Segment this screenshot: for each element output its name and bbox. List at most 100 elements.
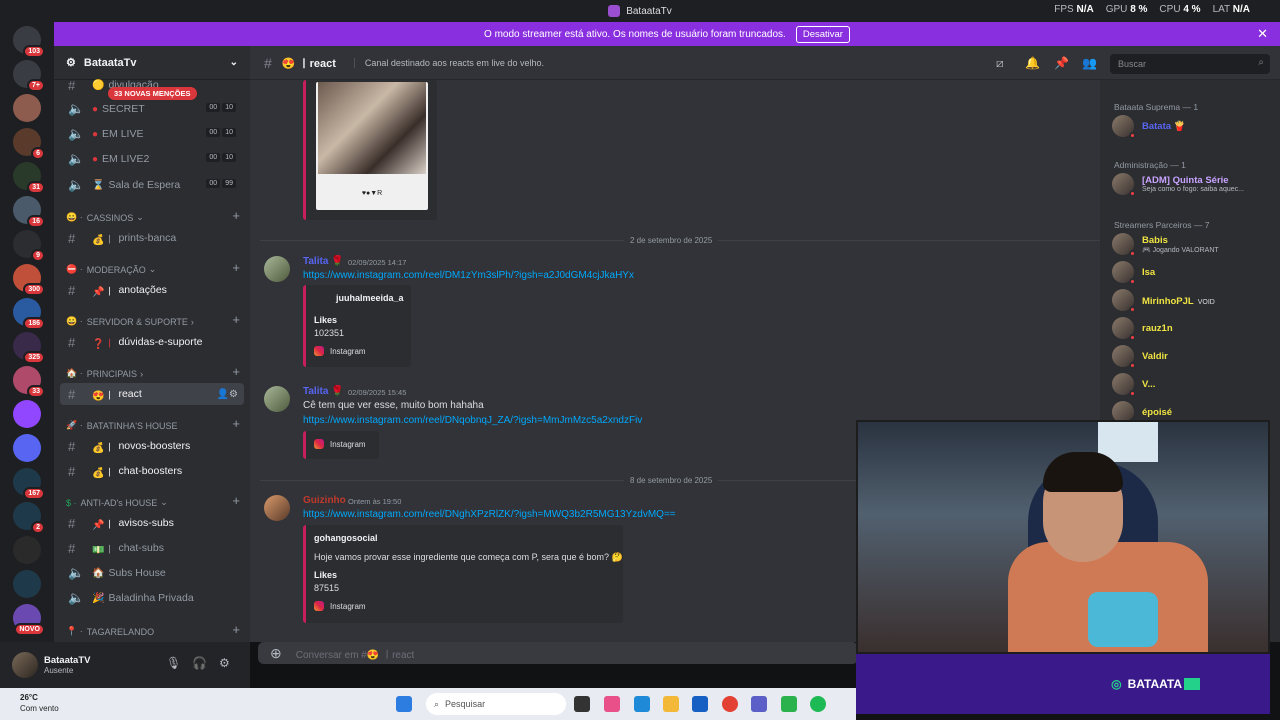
instagram-embed[interactable]: juuhalmeeida_a Likes 102351 Instagram [303,285,411,367]
edge-icon[interactable] [634,696,650,712]
embed-author[interactable]: gohangosocial [314,533,378,543]
message-author[interactable]: Talita 🌹 [303,256,344,267]
user-settings-gear-icon[interactable]: ⚙ [219,656,230,670]
voice-channel-sala-de-espera[interactable]: 🔈 ⌛ Sala de Espera 00 99 [60,174,244,196]
disable-streamer-mode-button[interactable]: Desativar [795,25,850,43]
add-channel-icon[interactable]: + [232,312,240,327]
voice-channel-baladinha-privada[interactable]: 🔈 🎉 Baladinha Privada [60,587,244,609]
avatar[interactable] [12,652,38,678]
server-icon[interactable]: 33 [13,366,45,398]
spotify-icon[interactable] [810,696,826,712]
microphone-icon[interactable]: 🎙 [166,656,181,670]
copilot-icon[interactable] [604,696,620,712]
new-mentions-pill[interactable]: 33 NOVAS MENÇÕES [108,87,197,100]
add-channel-icon[interactable]: + [232,364,240,379]
add-channel-icon[interactable]: + [232,208,240,223]
task-view-icon[interactable] [574,696,590,712]
channel-anotacoes[interactable]: # 📌〡 anotações [60,279,244,301]
category-tagarelando[interactable]: 📍 · TAGARELANDO + [66,622,244,637]
avatar[interactable] [264,256,290,282]
file-explorer-icon[interactable] [663,696,679,712]
server-icon[interactable]: 9 [13,230,45,262]
add-attachment-icon[interactable]: ⊕ [270,645,282,662]
member-item[interactable]: Valdir [1112,344,1168,369]
voice-channel-subs-house[interactable]: 🔈 🏠 Subs House [60,562,244,584]
category-principais[interactable]: 🏠 · PRINCIPAIS › + [66,364,244,379]
add-channel-icon[interactable]: + [232,493,240,508]
chrome-icon[interactable] [722,696,738,712]
channel-novos-boosters[interactable]: # 💰〡 novos-boosters [60,435,244,457]
add-channel-icon[interactable]: + [232,260,240,275]
category-servidor-suporte[interactable]: 😀 · SERVIDOR & SUPORTE › + [66,312,244,327]
member-item[interactable]: Batata 🍟 [1112,114,1186,139]
message-author[interactable]: Guizinho [303,495,346,506]
headphones-icon[interactable]: 🎧 [192,656,207,670]
server-icon[interactable] [13,94,41,122]
server-icon[interactable] [13,400,41,428]
server-icon[interactable]: 6 [13,128,45,160]
category-batatinhas-house[interactable]: 🚀 · BATATINHA'S HOUSE + [66,416,244,431]
server-icon[interactable]: 103 [13,26,45,58]
member-item[interactable]: rauz1n [1112,316,1173,341]
pin-icon[interactable]: 📌 [1054,56,1069,70]
channel-duvidas-e-suporte[interactable]: # ❓〡 dúvidas-e-suporte [60,331,244,353]
server-icon[interactable]: 31 [13,162,45,194]
add-channel-icon[interactable]: + [232,622,240,637]
server-icon[interactable] [13,536,41,564]
message-link[interactable]: https://www.instagram.com/reel/DNqobnqJ_… [303,415,642,426]
teams-icon[interactable] [751,696,767,712]
member-list-icon[interactable]: 👥 [1082,56,1097,70]
bell-icon[interactable]: 🔔 [1025,56,1040,70]
server-icon[interactable]: 325 [13,332,45,364]
chevron-right-icon: › [190,316,194,327]
member-item[interactable]: V... [1112,372,1155,397]
channel-react[interactable]: # 😍〡 react 👤⚙ [60,383,244,405]
threads-icon[interactable]: ⧄ [996,56,1004,71]
embed-author[interactable]: juuhalmeeida_a [336,293,404,303]
message-link[interactable]: https://www.instagram.com/reel/DNghXPzRl… [303,509,676,520]
embed-description: Hoje vamos provar esse ingrediente que c… [314,552,623,562]
member-item[interactable]: Isa [1112,260,1155,285]
whatsapp-icon[interactable] [781,696,797,712]
message-link[interactable]: https://www.instagram.com/reel/DM1zYm3sl… [303,270,634,281]
weather-widget[interactable]: 26°C Com vento [20,692,59,714]
embed-thumbnail[interactable]: ♥●▼R [316,82,428,210]
store-icon[interactable] [692,696,708,712]
category-moderacao[interactable]: ⛔ · MODERAÇÃO ⌄ + [66,260,244,275]
member-item[interactable]: MirinhoPJL VOID [1112,288,1215,313]
server-icon[interactable] [13,570,41,598]
avatar[interactable] [264,495,290,521]
instagram-embed[interactable]: Instagram [303,431,379,459]
server-icon[interactable]: 2 [13,502,45,534]
voice-channel-em-live[interactable]: 🔈 ● EM LIVE 00 10 [60,123,244,145]
category-cassinos[interactable]: 😀 · CASSINOS ⌄ + [66,208,244,223]
server-icon[interactable]: 167 [13,468,45,500]
member-item[interactable]: Babis 🎮 Jogando VALORANT [1112,232,1219,257]
message-author[interactable]: Talita 🌹 [303,386,344,397]
windows-start-icon[interactable] [396,696,412,712]
channel-avisos-subs[interactable]: # 📌〡 avisos-subs [60,512,244,534]
member-item[interactable]: [ADM] Quinta Série Seja como o fogo: saib… [1112,172,1244,197]
instagram-embed[interactable]: gohangosocial Hoje vamos provar esse ing… [303,525,623,623]
server-icon[interactable]: 300 [13,264,45,296]
settings-gear-icon[interactable]: 👤⚙ [217,389,238,400]
channel-chat-subs[interactable]: # 💵〡 chat-subs [60,537,244,559]
channel-prints-banca[interactable]: # 💰〡 prints-banca [60,227,244,249]
close-icon[interactable]: ✕ [1257,26,1268,42]
server-icon[interactable]: NOVO [13,604,45,636]
server-icon[interactable]: 16 [13,196,45,228]
embed-image-card[interactable]: ♥●▼R [303,80,437,220]
category-anti-ads-house[interactable]: $ · ANTI-AD's HOUSE ⌄ + [66,493,244,508]
channel-chat-boosters[interactable]: # 💰〡 chat-boosters [60,460,244,482]
chevron-down-icon[interactable]: ⌄ [230,57,238,68]
taskbar-search[interactable]: ⌕ Pesquisar [426,693,566,715]
voice-channel-secret[interactable]: 🔈 ● SECRET 00 10 [60,98,244,120]
voice-channel-em-live2[interactable]: 🔈 ● EM LIVE2 00 10 [60,148,244,170]
add-channel-icon[interactable]: + [232,416,240,431]
search-input[interactable]: Buscar ⌕ [1110,54,1270,74]
avatar[interactable] [264,386,290,412]
message-input[interactable]: ⊕ Conversar em #😍 〡react [258,642,858,664]
server-icon[interactable]: 7+ [13,60,45,92]
server-icon[interactable]: 186 [13,298,45,330]
server-icon[interactable] [13,434,41,462]
